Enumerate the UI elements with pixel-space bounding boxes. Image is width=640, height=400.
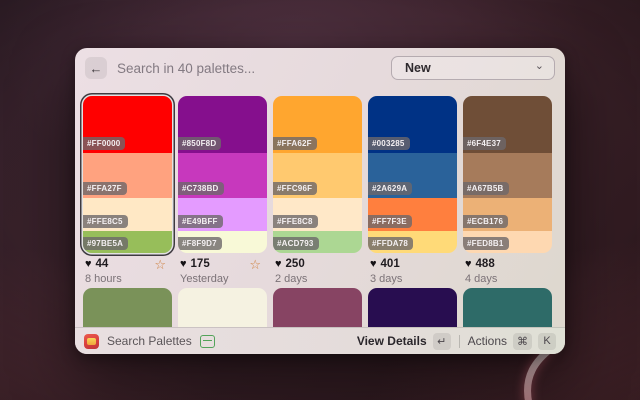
hex-code-badge: #FF7F3E bbox=[368, 215, 412, 228]
favorite-star-icon[interactable]: ☆ bbox=[249, 257, 261, 273]
hex-code-badge: #2A629A bbox=[368, 182, 412, 195]
hex-code-badge: #FFE8C8 bbox=[273, 215, 318, 228]
heart-icon: ♥ bbox=[465, 258, 472, 270]
hex-code-badge: #FFDA78 bbox=[368, 237, 413, 250]
color-swatch[interactable]: #FFE8C8 bbox=[273, 198, 362, 231]
actions-menu-button[interactable]: Actions ⌘ K bbox=[468, 333, 556, 350]
likes-value: 488 bbox=[476, 258, 495, 270]
color-swatch[interactable]: #FF0000 bbox=[83, 96, 172, 153]
palette-card[interactable]: #FF0000 #FFA27F #FFE8C5 #97BE5A bbox=[83, 96, 172, 253]
hex-code-badge: #FFA62F bbox=[273, 137, 317, 150]
back-arrow-icon: ← bbox=[90, 61, 103, 76]
palette-card[interactable]: #6F4E37 #A67B5B #ECB176 #FED8B1 bbox=[463, 96, 552, 253]
likes-value: 401 bbox=[381, 258, 400, 270]
heart-icon: ♥ bbox=[180, 258, 187, 270]
color-swatch[interactable]: #FFA27F bbox=[83, 153, 172, 198]
hex-code-badge: #97BE5A bbox=[83, 237, 128, 250]
favorite-star-icon[interactable]: ☆ bbox=[154, 257, 166, 273]
hex-code-badge: #FFC96F bbox=[273, 182, 317, 195]
palette-meta: ♥ 488 4 days bbox=[463, 258, 552, 285]
color-swatch[interactable]: #ACD793 bbox=[273, 231, 362, 253]
sort-dropdown[interactable]: New ⌄ bbox=[391, 56, 555, 80]
actions-label: Actions bbox=[468, 334, 507, 348]
sort-dropdown-value: New bbox=[405, 61, 535, 75]
palette-age: 4 days bbox=[465, 273, 552, 285]
likes-value: 175 bbox=[191, 258, 210, 270]
color-swatch[interactable]: #850F8D bbox=[178, 96, 267, 153]
palette-meta: ♥ 175 ☆Yesterday bbox=[178, 258, 267, 285]
likes-count: ♥ 250 bbox=[275, 258, 362, 270]
palette-age: 2 days bbox=[275, 273, 362, 285]
likes-value: 250 bbox=[286, 258, 305, 270]
extension-name: Search Palettes bbox=[107, 334, 192, 348]
palette-age: 3 days bbox=[370, 273, 457, 285]
palette-column: #FF0000 #FFA27F #FFE8C5 #97BE5A ♥ 44 ☆8 hours bbox=[83, 96, 172, 285]
footer-divider bbox=[459, 335, 460, 348]
back-button[interactable]: ← bbox=[85, 57, 107, 79]
hex-code-badge: #ACD793 bbox=[273, 237, 319, 250]
hex-code-badge: #FFA27F bbox=[83, 182, 127, 195]
likes-count: ♥ 488 bbox=[465, 258, 552, 270]
color-swatch[interactable]: #003285 bbox=[368, 96, 457, 153]
palette-card[interactable]: #003285 #2A629A #FF7F3E #FFDA78 bbox=[368, 96, 457, 253]
color-swatch[interactable]: #FF7F3E bbox=[368, 198, 457, 231]
palette-age: 8 hours bbox=[85, 273, 172, 285]
palette-column: #FFA62F #FFC96F #FFE8C8 #ACD793 ♥ 250 2 days bbox=[273, 96, 362, 285]
command-key-icon: ⌘ bbox=[513, 333, 532, 350]
hex-code-badge: #850F8D bbox=[178, 137, 221, 150]
saved-palettes-icon bbox=[200, 335, 215, 348]
extension-icon bbox=[84, 334, 99, 349]
color-swatch[interactable]: #2A629A bbox=[368, 153, 457, 198]
heart-icon: ♥ bbox=[370, 258, 377, 270]
status-bar: Search Palettes View Details ↵ Actions ⌘… bbox=[75, 327, 565, 354]
color-swatch[interactable]: #E49BFF bbox=[178, 198, 267, 231]
hex-code-badge: #C738BD bbox=[178, 182, 224, 195]
hex-code-badge: #FED8B1 bbox=[463, 237, 509, 250]
hex-code-badge: #ECB176 bbox=[463, 215, 508, 228]
palette-column: #003285 #2A629A #FF7F3E #FFDA78 ♥ 401 3 days bbox=[368, 96, 457, 285]
color-swatch[interactable]: #6F4E37 bbox=[463, 96, 552, 153]
palette-card[interactable]: #850F8D #C738BD #E49BFF #F8F9D7 bbox=[178, 96, 267, 253]
palette-meta: ♥ 250 2 days bbox=[273, 258, 362, 285]
color-swatch[interactable]: #FFE8C5 bbox=[83, 198, 172, 231]
color-swatch[interactable]: #F8F9D7 bbox=[178, 231, 267, 253]
color-swatch[interactable]: #C738BD bbox=[178, 153, 267, 198]
palette-column: #6F4E37 #A67B5B #ECB176 #FED8B1 ♥ 488 4 days bbox=[463, 96, 552, 285]
search-header: ← Search in 40 palettes... New ⌄ bbox=[75, 48, 565, 88]
palette-meta: ♥ 44 ☆8 hours bbox=[83, 258, 172, 285]
hex-code-badge: #A67B5B bbox=[463, 182, 509, 195]
view-details-label: View Details bbox=[357, 334, 427, 348]
likes-count: ♥ 401 bbox=[370, 258, 457, 270]
chevron-down-icon: ⌄ bbox=[535, 61, 544, 72]
palette-grid: #FF0000#FFA27F#FFE8C5#97BE5A♥44☆8 hours#… bbox=[83, 96, 557, 285]
hex-code-badge: #E49BFF bbox=[178, 215, 223, 228]
palette-column: #850F8D #C738BD #E49BFF #F8F9D7 ♥ 175 ☆Yesterd… bbox=[178, 96, 267, 285]
color-swatch[interactable]: #FED8B1 bbox=[463, 231, 552, 253]
search-input[interactable]: Search in 40 palettes... bbox=[117, 61, 381, 76]
hex-code-badge: #FFE8C5 bbox=[83, 215, 128, 228]
color-swatch[interactable]: #FFC96F bbox=[273, 153, 362, 198]
likes-value: 44 bbox=[96, 258, 109, 270]
heart-icon: ♥ bbox=[85, 258, 92, 270]
view-details-action[interactable]: View Details ↵ bbox=[357, 333, 451, 350]
color-swatch[interactable]: #FFDA78 bbox=[368, 231, 457, 253]
palette-card[interactable]: #FFA62F #FFC96F #FFE8C8 #ACD793 bbox=[273, 96, 362, 253]
hex-code-badge: #F8F9D7 bbox=[178, 237, 222, 250]
return-key-icon: ↵ bbox=[433, 333, 451, 350]
palette-age: Yesterday bbox=[180, 273, 267, 285]
k-key-icon: K bbox=[538, 333, 556, 350]
hex-code-badge: #FF0000 bbox=[83, 137, 125, 150]
hex-code-badge: #003285 bbox=[368, 137, 410, 150]
color-swatch[interactable]: #97BE5A bbox=[83, 231, 172, 253]
color-swatch[interactable]: #A67B5B bbox=[463, 153, 552, 198]
raycast-window: ← Search in 40 palettes... New ⌄ #FF0000… bbox=[75, 48, 565, 354]
heart-icon: ♥ bbox=[275, 258, 282, 270]
color-swatch[interactable]: #FFA62F bbox=[273, 96, 362, 153]
palette-meta: ♥ 401 3 days bbox=[368, 258, 457, 285]
hex-code-badge: #6F4E37 bbox=[463, 137, 506, 150]
color-swatch[interactable]: #ECB176 bbox=[463, 198, 552, 231]
